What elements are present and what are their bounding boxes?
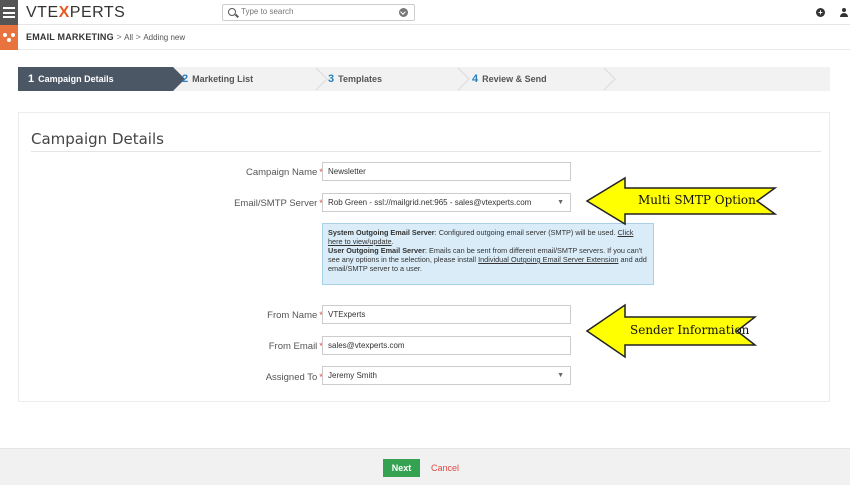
sender-info-callout-text: Sender Information (630, 323, 750, 337)
module-bar: EMAIL MARKETING > All > Adding new (0, 25, 850, 50)
smtp-server-label: Email/SMTP Server* (234, 198, 323, 209)
breadcrumb: EMAIL MARKETING > All > Adding new (26, 32, 185, 42)
top-bar: VTEXPERTS Type to search + (0, 0, 850, 25)
extension-link[interactable]: Individual Outgoing Email Server Extensi… (478, 255, 618, 264)
divider (31, 151, 821, 152)
chevron-down-icon: ▼ (557, 372, 564, 379)
cancel-link[interactable]: Cancel (431, 463, 459, 473)
app-window: VTEXPERTS Type to search + EMAIL MARKETI… (0, 0, 850, 485)
from-email-input[interactable]: sales@vtexperts.com (322, 336, 571, 355)
step-review-send[interactable]: 4 Review & Send (470, 67, 547, 91)
breadcrumb-separator: > (135, 32, 141, 42)
multi-smtp-callout-text: Multi SMTP Option (638, 193, 756, 207)
breadcrumb-all[interactable]: All (124, 33, 133, 42)
smtp-info-box: System Outgoing Email Server: Configured… (322, 223, 654, 285)
campaign-name-input[interactable]: Newsletter (322, 162, 571, 181)
next-button[interactable]: Next (383, 459, 420, 477)
wizard-steps: 1 Campaign Details 2 Marketing List 3 Templ… (18, 67, 830, 91)
from-email-label: From Email* (268, 341, 323, 352)
search-options-dropdown-icon[interactable] (399, 8, 408, 17)
plus-circle-icon[interactable]: + (816, 8, 825, 17)
logo: VTEXPERTS (26, 4, 126, 21)
search-placeholder: Type to search (241, 7, 294, 16)
email-marketing-module-icon (0, 25, 18, 50)
step-marketing-list[interactable]: 2 Marketing List (178, 67, 253, 91)
user-icon[interactable] (840, 8, 848, 17)
smtp-server-select[interactable]: Rob Green - ssl://mailgrid.net:965 - sal… (322, 193, 571, 212)
step-templates[interactable]: 3 Templates (326, 67, 382, 91)
campaign-name-label: Campaign Name* (246, 167, 323, 178)
assigned-to-label: Assigned To* (265, 372, 323, 383)
search-icon (228, 8, 236, 16)
from-name-label: From Name* (267, 310, 323, 321)
footer-bar: Next Cancel (0, 448, 850, 485)
from-name-input[interactable]: VTExperts (322, 305, 571, 324)
page-title: Campaign Details (31, 130, 164, 148)
breadcrumb-current: Adding new (143, 33, 186, 42)
chevron-down-icon: ▼ (557, 199, 564, 206)
breadcrumb-module[interactable]: EMAIL MARKETING (26, 32, 114, 42)
hamburger-menu-icon[interactable] (0, 0, 18, 25)
step-campaign-details[interactable]: 1 Campaign Details (18, 67, 173, 91)
assigned-to-select[interactable]: Jeremy Smith ▼ (322, 366, 571, 385)
search-input[interactable]: Type to search (222, 4, 415, 21)
breadcrumb-separator: > (116, 32, 122, 42)
